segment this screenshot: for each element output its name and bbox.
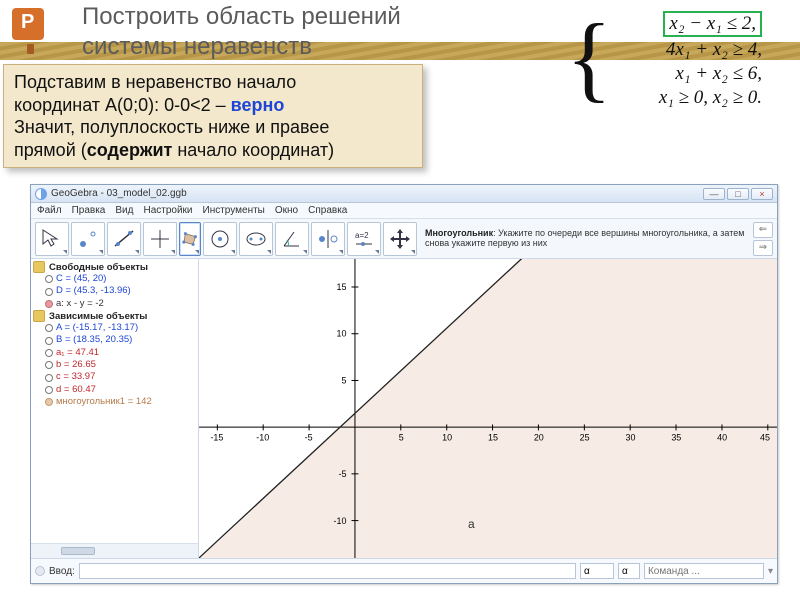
undo-button[interactable]: ⇐ (753, 222, 773, 238)
tool-point[interactable] (71, 222, 105, 256)
tool-move[interactable] (35, 222, 69, 256)
maximize-button[interactable]: □ (727, 188, 749, 200)
svg-text:-10: -10 (256, 432, 269, 442)
slide-title: Построить область решений системы нераве… (82, 2, 401, 62)
input-label: Ввод: (49, 566, 75, 577)
shaded-halfplane (199, 259, 777, 558)
menu-item[interactable]: Окно (275, 205, 298, 216)
svg-text:10: 10 (442, 432, 452, 442)
svg-text:a=2: a=2 (355, 231, 369, 240)
svg-text:25: 25 (580, 432, 590, 442)
svg-text:-5: -5 (305, 432, 313, 442)
redo-button[interactable]: ⇒ (753, 240, 773, 256)
input-field[interactable] (79, 563, 576, 579)
menu-item[interactable]: Инструменты (203, 205, 265, 216)
symbol-field[interactable] (580, 563, 614, 579)
tool-ellipse[interactable] (239, 222, 273, 256)
tool-transform[interactable] (311, 222, 345, 256)
svg-text:40: 40 (717, 432, 727, 442)
list-item[interactable]: d = 60.47 (33, 384, 198, 396)
svg-text:10: 10 (337, 329, 347, 339)
menu-bar: Файл Правка Вид Настройки Инструменты Ок… (31, 203, 777, 219)
svg-text:-15: -15 (210, 432, 223, 442)
algebra-panel: Свободные объекты C = (45, 20) D = (45.3… (31, 259, 199, 558)
list-item[interactable]: B = (18.35, 20.35) (33, 334, 198, 346)
symbol-select[interactable] (618, 563, 640, 579)
list-item[interactable]: D = (45.3, -13.96) (33, 285, 198, 297)
tool-move-view[interactable] (383, 222, 417, 256)
menu-item[interactable]: Справка (308, 205, 347, 216)
window-title: GeoGebra - 03_model_02.ggb (51, 188, 187, 199)
list-item[interactable]: a: x - y = -2 (33, 298, 198, 310)
tool-polygon[interactable] (179, 222, 201, 256)
menu-item[interactable]: Правка (72, 205, 106, 216)
svg-text:15: 15 (337, 282, 347, 292)
tool-slider[interactable]: a=2 (347, 222, 381, 256)
group-dependent-objects[interactable]: Зависимые объекты (33, 310, 198, 322)
svg-text:20: 20 (534, 432, 544, 442)
line-label: a (468, 517, 475, 531)
tool-circle[interactable] (203, 222, 237, 256)
svg-text:30: 30 (625, 432, 635, 442)
list-item[interactable]: a₁ = 47.41 (33, 347, 198, 359)
group-free-objects[interactable]: Свободные объекты (33, 261, 198, 273)
svg-text:-5: -5 (339, 469, 347, 479)
tool-perpendicular[interactable] (143, 222, 177, 256)
tool-angle[interactable] (275, 222, 309, 256)
input-marker-icon (35, 566, 45, 576)
svg-text:5: 5 (341, 376, 346, 386)
system-of-inequalities: { x₂ − x₁ ≤ 2, 4x₁ + x₂ ≥ 4, x₁ + x₂ ≤ 6… (560, 10, 770, 110)
panel-scrollbar[interactable] (31, 544, 198, 558)
minimize-button[interactable]: — (703, 188, 725, 200)
geogebra-window: GeoGebra - 03_model_02.ggb — □ × Файл Пр… (30, 184, 778, 584)
list-item[interactable]: b = 26.65 (33, 359, 198, 371)
icon-letter: P (21, 11, 34, 34)
input-bar: Ввод: ▾ (31, 559, 777, 583)
list-item[interactable]: многоугольник1 = 142 (33, 396, 198, 408)
highlighted-inequality: x₂ − x₁ ≤ 2, (663, 11, 762, 37)
toolbar: a=2 Многоугольник: Укажите по очереди вс… (31, 219, 777, 259)
menu-item[interactable]: Настройки (143, 205, 192, 216)
slide-template-icon: P (12, 8, 48, 58)
menu-item[interactable]: Вид (115, 205, 133, 216)
menu-item[interactable]: Файл (37, 205, 62, 216)
svg-text:5: 5 (399, 432, 404, 442)
tool-line[interactable] (107, 222, 141, 256)
svg-text:45: 45 (760, 432, 770, 442)
graphics-view[interactable]: -15-10-5 5101520 2530354045 -10-5 51015 … (199, 259, 777, 558)
coordinate-plane: -15-10-5 5101520 2530354045 -10-5 51015 … (199, 259, 777, 558)
list-item[interactable]: A = (-15.17, -13.17) (33, 322, 198, 334)
app-logo-icon (35, 188, 47, 200)
svg-text:35: 35 (671, 432, 681, 442)
list-item[interactable]: C = (45, 20) (33, 273, 198, 285)
svg-text:15: 15 (488, 432, 498, 442)
explanation-box: Подставим в неравенство начало координат… (3, 64, 423, 168)
close-button[interactable]: × (751, 188, 773, 200)
toolbar-tip: Многоугольник: Укажите по очереди все ве… (425, 229, 747, 249)
list-item[interactable]: c = 33.97 (33, 371, 198, 383)
svg-text:-10: -10 (334, 516, 347, 526)
command-field[interactable] (644, 563, 764, 579)
window-titlebar[interactable]: GeoGebra - 03_model_02.ggb — □ × (31, 185, 777, 203)
